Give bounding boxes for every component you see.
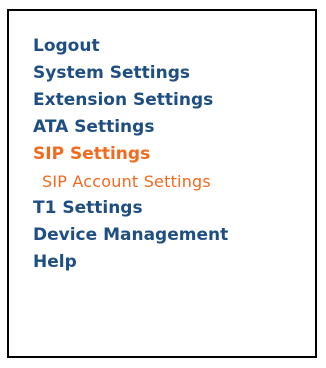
nav-item-device-management[interactable]: Device Management (33, 222, 228, 249)
nav-item-sip-settings[interactable]: SIP Settings (33, 141, 228, 168)
nav-subitem-sip-account-settings[interactable]: SIP Account Settings (33, 168, 228, 195)
nav-item-help[interactable]: Help (33, 249, 228, 276)
navigation-menu: Logout System Settings Extension Setting… (33, 33, 228, 276)
nav-item-extension-settings[interactable]: Extension Settings (33, 87, 228, 114)
nav-item-ata-settings[interactable]: ATA Settings (33, 114, 228, 141)
nav-item-t1-settings[interactable]: T1 Settings (33, 195, 228, 222)
nav-item-logout[interactable]: Logout (33, 33, 228, 60)
navigation-panel: Logout System Settings Extension Setting… (7, 9, 317, 358)
nav-item-system-settings[interactable]: System Settings (33, 60, 228, 87)
